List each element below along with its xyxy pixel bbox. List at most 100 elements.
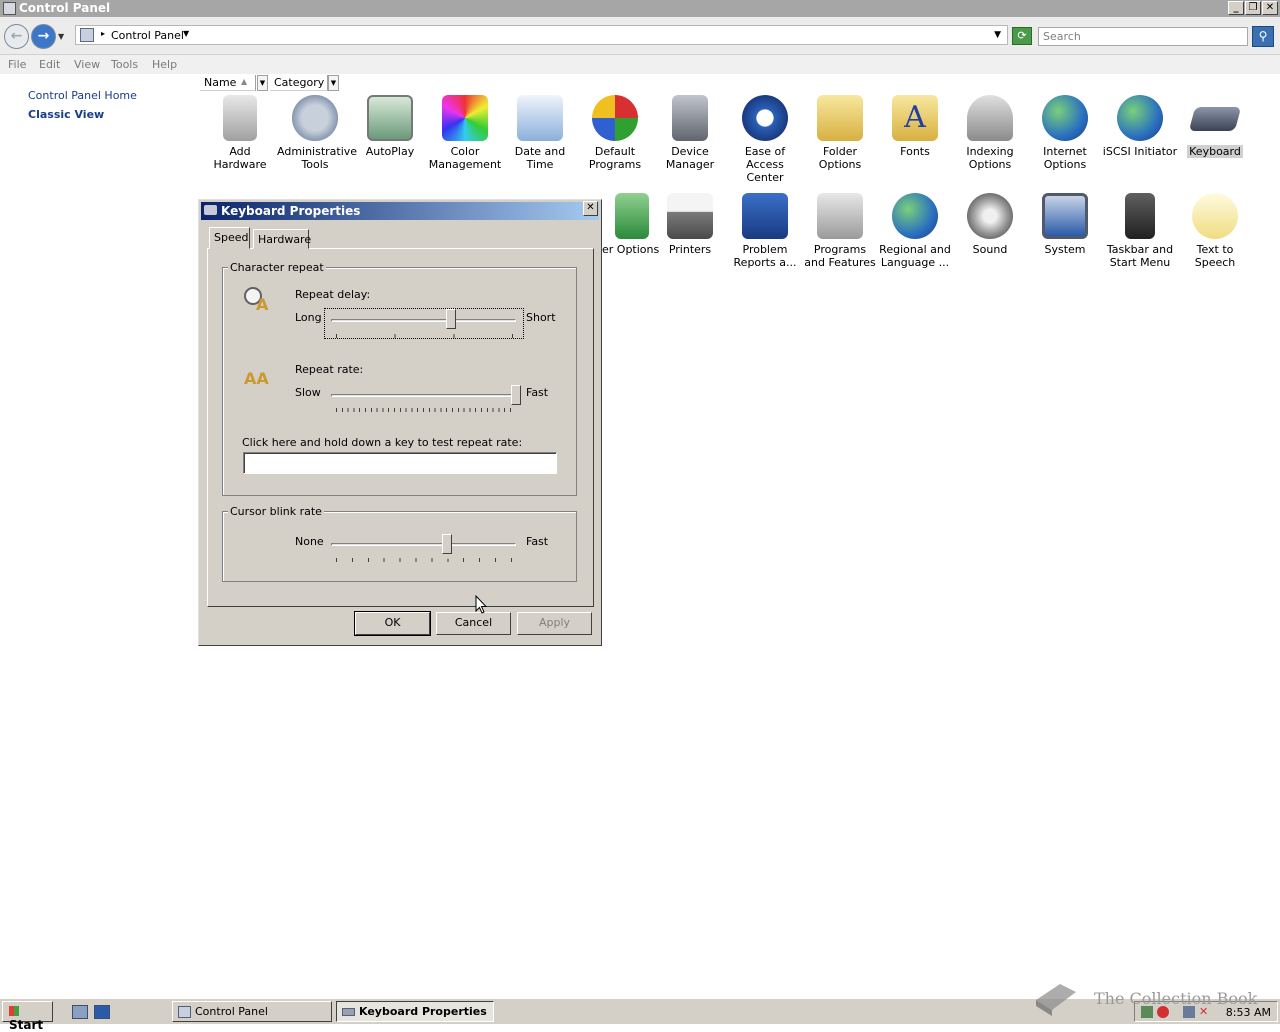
cp-item-device-manager[interactable]: Device Manager bbox=[652, 95, 728, 171]
dialog-title: Keyboard Properties bbox=[221, 204, 361, 218]
cursor-blink-slider[interactable] bbox=[442, 534, 452, 559]
repeat-delay-label: Repeat delay: bbox=[295, 288, 371, 301]
address-history-dropdown[interactable]: ▼ bbox=[994, 30, 1001, 40]
control-panel-icon bbox=[80, 28, 94, 42]
keyboard-icon bbox=[1188, 107, 1242, 131]
server-manager-icon[interactable] bbox=[72, 1005, 88, 1019]
mouse-pointer-icon bbox=[475, 595, 487, 614]
recent-pages-dropdown[interactable]: ▼ bbox=[58, 32, 64, 41]
keyboard-icon bbox=[204, 205, 217, 215]
menu-help[interactable]: Help bbox=[152, 58, 177, 71]
item-label: Fonts bbox=[900, 145, 930, 158]
cp-item-text-to-speech[interactable]: Text to Speech bbox=[1177, 193, 1253, 269]
item-label: Text to Speech bbox=[1194, 243, 1236, 269]
search-icon[interactable]: ⚲ bbox=[1252, 26, 1274, 47]
forward-button[interactable]: → bbox=[31, 24, 56, 49]
repeat-rate-label: Repeat rate: bbox=[295, 363, 364, 376]
rate-fast-label: Fast bbox=[526, 386, 549, 399]
name-filter-dropdown[interactable]: ▼ bbox=[257, 75, 268, 91]
cp-item-iscsi-initiator[interactable]: iSCSI Initiator bbox=[1102, 95, 1178, 158]
sort-up-icon: ▲ bbox=[241, 77, 248, 86]
cp-item-system[interactable]: System bbox=[1027, 193, 1103, 256]
cp-item-fonts[interactable]: A Fonts bbox=[877, 95, 953, 158]
cp-item-ease-of-access[interactable]: Ease of Access Center bbox=[727, 95, 803, 184]
refresh-button[interactable]: ⟳ bbox=[1012, 27, 1032, 45]
internet-options-icon bbox=[1042, 95, 1088, 141]
back-button[interactable]: ← bbox=[4, 24, 29, 49]
item-label: Administrative Tools bbox=[277, 145, 358, 171]
start-button[interactable]: Start bbox=[2, 1001, 53, 1032]
classic-view-link[interactable]: Classic View bbox=[28, 108, 104, 121]
cp-item-regional-language[interactable]: Regional and Language ... bbox=[877, 193, 953, 269]
dialog-close-button[interactable]: ✕ bbox=[583, 201, 598, 216]
blink-fast-label: Fast bbox=[526, 535, 549, 548]
item-label: Problem Reports a... bbox=[733, 243, 797, 269]
cp-item-keyboard[interactable]: Keyboard bbox=[1177, 95, 1253, 158]
back-arrow-icon: ← bbox=[10, 28, 23, 44]
taskbar-icon bbox=[1125, 193, 1155, 239]
tab-speed[interactable]: Speed bbox=[209, 227, 250, 249]
repeat-rate-slider[interactable] bbox=[511, 385, 521, 410]
close-button[interactable]: ✕ bbox=[1262, 1, 1278, 15]
task-control-panel[interactable]: Control Panel bbox=[172, 1001, 332, 1022]
watermark-text: The Collection Book bbox=[1094, 989, 1258, 1008]
breadcrumb-control-panel[interactable]: Control Panel bbox=[111, 29, 184, 42]
regional-globe-icon bbox=[892, 193, 938, 239]
item-label: Taskbar and Start Menu bbox=[1106, 243, 1174, 269]
tab-hardware[interactable]: Hardware bbox=[253, 229, 311, 249]
address-bar[interactable]: ▸ Control Panel ▼ ▼ bbox=[75, 25, 1008, 45]
cursor-blink-title: Cursor blink rate bbox=[228, 505, 324, 518]
test-repeat-input[interactable] bbox=[243, 452, 557, 474]
search-input[interactable]: Search bbox=[1038, 27, 1248, 46]
column-header-name[interactable]: Name ▲ bbox=[200, 75, 256, 91]
menu-bar: File Edit View Tools Help bbox=[0, 55, 1280, 74]
menu-file[interactable]: File bbox=[8, 58, 26, 71]
cp-item-autoplay[interactable]: AutoPlay bbox=[352, 95, 428, 158]
programs-features-icon bbox=[817, 193, 863, 239]
repeat-delay-track bbox=[331, 319, 516, 322]
cp-item-taskbar-start-menu[interactable]: Taskbar and Start Menu bbox=[1102, 193, 1178, 269]
control-panel-icon bbox=[178, 1006, 191, 1018]
cp-item-administrative-tools[interactable]: Administrative Tools bbox=[277, 95, 358, 171]
control-panel-home-link[interactable]: Control Panel Home bbox=[28, 89, 137, 102]
apply-button[interactable]: Apply bbox=[517, 612, 592, 635]
item-label: iSCSI Initiator bbox=[1102, 145, 1178, 158]
ok-button[interactable]: OK bbox=[355, 612, 430, 635]
cp-item-color-management[interactable]: Color Management bbox=[427, 95, 503, 171]
cp-item-internet-options[interactable]: Internet Options bbox=[1027, 95, 1103, 171]
task-keyboard-properties[interactable]: Keyboard Properties bbox=[336, 1001, 494, 1022]
dialog-titlebar[interactable]: Keyboard Properties bbox=[201, 202, 599, 220]
minimize-button[interactable]: _ bbox=[1228, 1, 1244, 15]
menu-view[interactable]: View bbox=[74, 58, 100, 71]
repeat-delay-slider[interactable] bbox=[446, 309, 456, 334]
breadcrumb-arrow-icon[interactable]: ▸ bbox=[101, 29, 105, 38]
cancel-button[interactable]: Cancel bbox=[436, 612, 511, 635]
admin-tools-icon bbox=[292, 95, 338, 141]
cp-item-indexing-options[interactable]: Indexing Options bbox=[952, 95, 1028, 171]
breadcrumb-dropdown-icon[interactable]: ▼ bbox=[183, 29, 189, 38]
cp-item-printers[interactable]: Printers bbox=[652, 193, 728, 256]
menu-edit[interactable]: Edit bbox=[39, 58, 60, 71]
cp-item-default-programs[interactable]: Default Programs bbox=[577, 95, 653, 171]
problem-reports-icon bbox=[742, 193, 788, 239]
item-label: Device Manager bbox=[665, 145, 715, 171]
color-management-icon bbox=[442, 95, 488, 141]
default-programs-icon bbox=[592, 95, 638, 141]
menu-tools[interactable]: Tools bbox=[111, 58, 138, 71]
cp-item-programs-features[interactable]: Programs and Features bbox=[802, 193, 878, 269]
column-category-label: Category bbox=[274, 76, 325, 89]
cp-item-problem-reports[interactable]: Problem Reports a... bbox=[727, 193, 803, 269]
test-repeat-label: Click here and hold down a key to test r… bbox=[242, 436, 523, 449]
cp-item-date-and-time[interactable]: Date and Time bbox=[502, 95, 578, 171]
column-header-category[interactable]: Category bbox=[270, 75, 328, 91]
category-filter-dropdown[interactable]: ▼ bbox=[328, 75, 339, 91]
item-label: Folder Options bbox=[818, 145, 862, 171]
task-label: Control Panel bbox=[195, 1005, 268, 1018]
show-desktop-icon[interactable] bbox=[94, 1005, 110, 1019]
control-panel-icon bbox=[3, 2, 16, 15]
cp-item-sound[interactable]: Sound bbox=[952, 193, 1028, 256]
cp-item-folder-options[interactable]: Folder Options bbox=[802, 95, 878, 171]
cp-item-add-hardware[interactable]: Add Hardware bbox=[202, 95, 278, 171]
repeat-rate-icon: AA bbox=[244, 369, 269, 388]
restore-button[interactable]: ❐ bbox=[1245, 1, 1261, 15]
